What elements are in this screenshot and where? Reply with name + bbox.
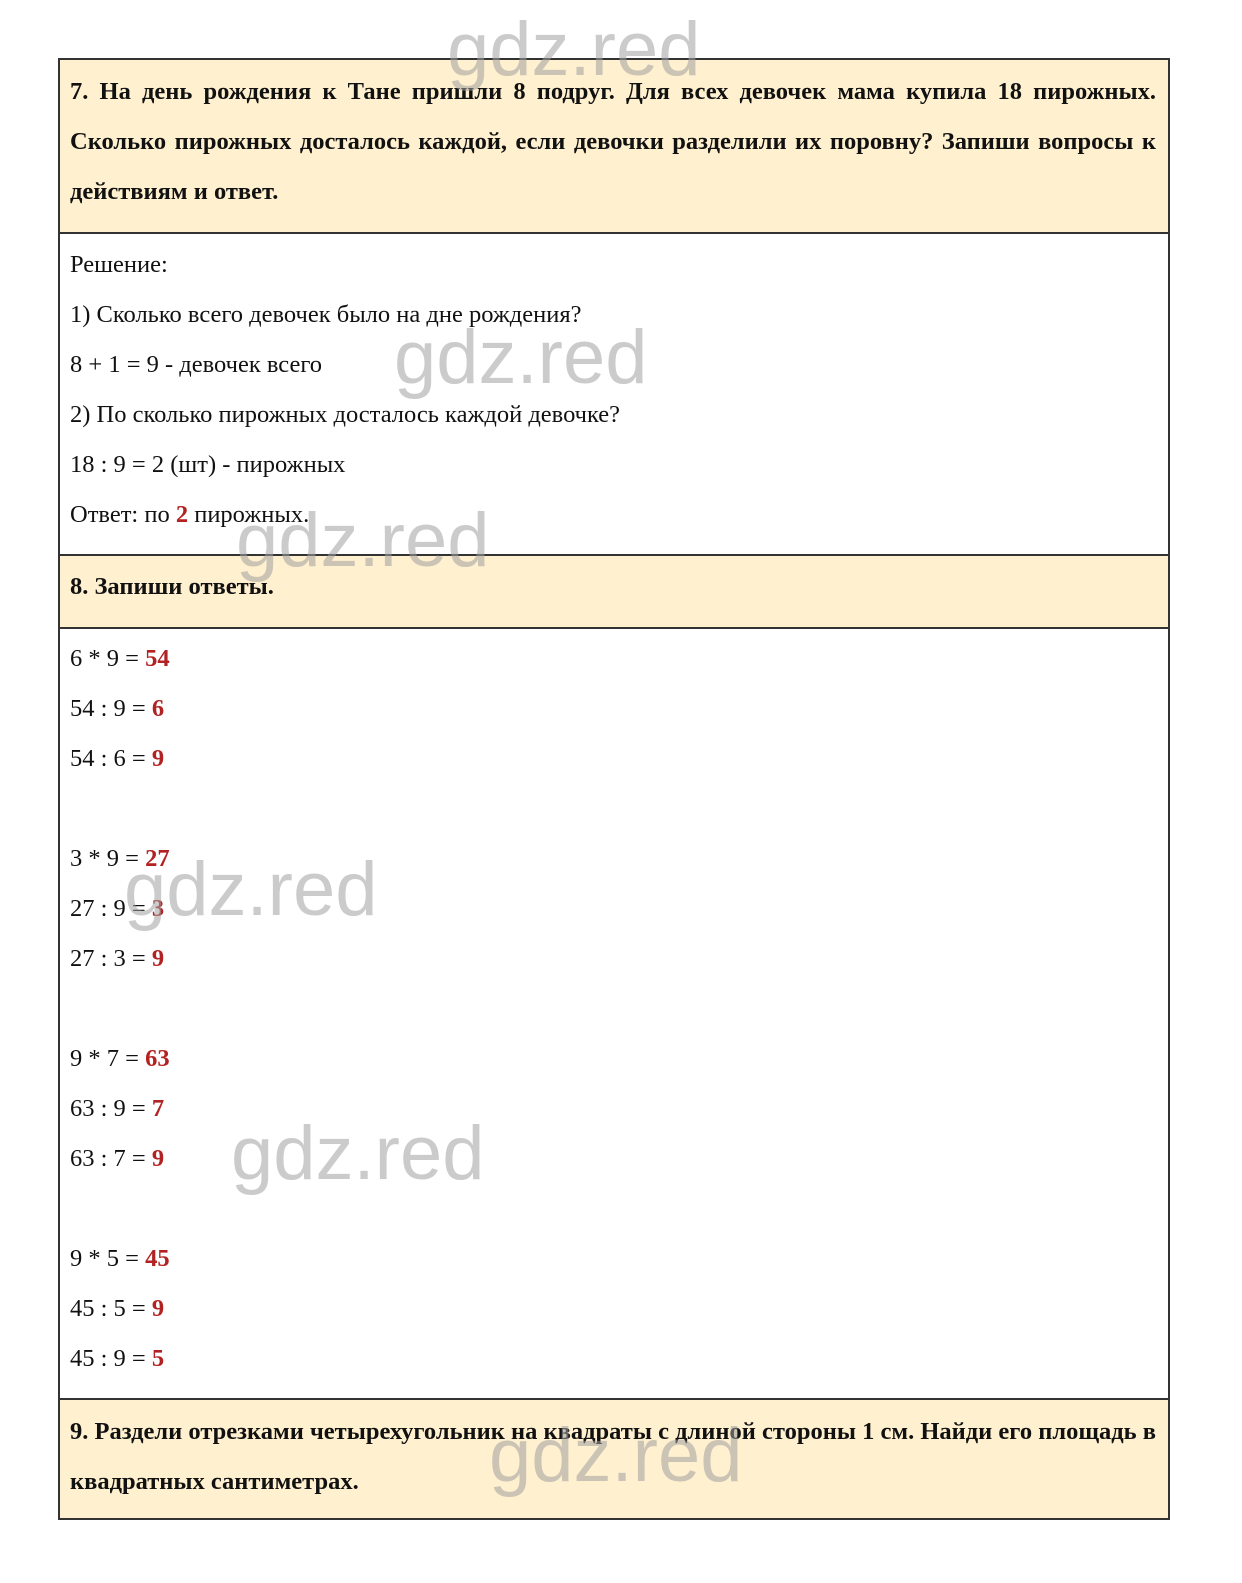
- equation-line: 45 : 9 = 5: [70, 1334, 1156, 1384]
- equation-expression: 27 : 3 =: [70, 945, 152, 972]
- equation-line: 54 : 6 = 9: [70, 734, 1156, 784]
- task-9-text: 9. Раздели отрезками четырехугольник на …: [70, 1418, 1156, 1495]
- task-9: 9. Раздели отрезками четырехугольник на …: [60, 1398, 1168, 1518]
- task-7: 7. На день рождения к Тане пришли 8 подр…: [60, 60, 1168, 232]
- equation-line: 54 : 9 = 6: [70, 684, 1156, 734]
- equation-expression: 9 * 7 =: [70, 1045, 146, 1072]
- solution-line: 18 : 9 = 2 (шт) - пирожных: [70, 451, 346, 478]
- answer-prefix: Ответ: по: [70, 501, 176, 528]
- equation-line: 45 : 5 = 9: [70, 1284, 1156, 1334]
- equation-answer: 63: [145, 1045, 170, 1072]
- task-8-text: 8. Запиши ответы.: [70, 573, 274, 600]
- solution-heading: Решение:: [70, 251, 168, 278]
- equation-expression: 27 : 9 =: [70, 895, 152, 922]
- equation-answer: 27: [145, 845, 170, 872]
- equation-expression: 45 : 5 =: [70, 1295, 152, 1322]
- homework-table: 7. На день рождения к Тане пришли 8 подр…: [58, 58, 1170, 1520]
- equation-answer: 3: [151, 895, 165, 922]
- equation-answer: 9: [151, 945, 165, 972]
- solution-line: 8 + 1 = 9 - девочек всего: [70, 351, 323, 378]
- equation-line: 6 * 9 = 54: [70, 634, 1156, 684]
- equation-answer: 45: [145, 1245, 170, 1272]
- equation-expression: 3 * 9 =: [70, 845, 146, 872]
- equation-line: 63 : 7 = 9: [70, 1134, 1156, 1184]
- equation-line: 3 * 9 = 27: [70, 834, 1156, 884]
- solution-line: 2) По сколько пирожных досталось каждой …: [70, 401, 621, 428]
- equation-expression: 63 : 7 =: [70, 1145, 152, 1172]
- answer-value: 2: [175, 501, 189, 528]
- equation-expression: 9 * 5 =: [70, 1245, 146, 1272]
- equation-line: 63 : 9 = 7: [70, 1084, 1156, 1134]
- equation-expression: 63 : 9 =: [70, 1095, 152, 1122]
- equation-answer: 9: [151, 1145, 165, 1172]
- equation-expression: 54 : 9 =: [70, 695, 152, 722]
- equation-line: 27 : 9 = 3: [70, 884, 1156, 934]
- answer-line: Ответ: по 2 пирожных.: [70, 490, 1156, 540]
- equation-expression: 54 : 6 =: [70, 745, 152, 772]
- equation-answer: 5: [151, 1345, 165, 1372]
- answer-suffix: пирожных.: [188, 501, 310, 528]
- equation-expression: 6 * 9 =: [70, 645, 146, 672]
- solution-8: 6 * 9 = 54 54 : 9 = 6 54 : 6 = 93 * 9 = 27…: [60, 627, 1168, 1398]
- solution-7: Решение: 1) Сколько всего девочек было н…: [60, 232, 1168, 554]
- equation-answer: 9: [151, 745, 165, 772]
- equation-line: 9 * 5 = 45: [70, 1234, 1156, 1284]
- equation-expression: 45 : 9 =: [70, 1345, 152, 1372]
- equation-answer: 9: [151, 1295, 165, 1322]
- task-7-text: 7. На день рождения к Тане пришли 8 подр…: [70, 78, 1156, 205]
- task-8: 8. Запиши ответы.: [60, 554, 1168, 627]
- equation-answer: 6: [151, 695, 165, 722]
- equation-answer: 54: [145, 645, 170, 672]
- equation-line: 27 : 3 = 9: [70, 934, 1156, 984]
- equation-answer: 7: [151, 1095, 165, 1122]
- equation-line: 9 * 7 = 63: [70, 1034, 1156, 1084]
- solution-line: 1) Сколько всего девочек было на дне рож…: [70, 301, 582, 328]
